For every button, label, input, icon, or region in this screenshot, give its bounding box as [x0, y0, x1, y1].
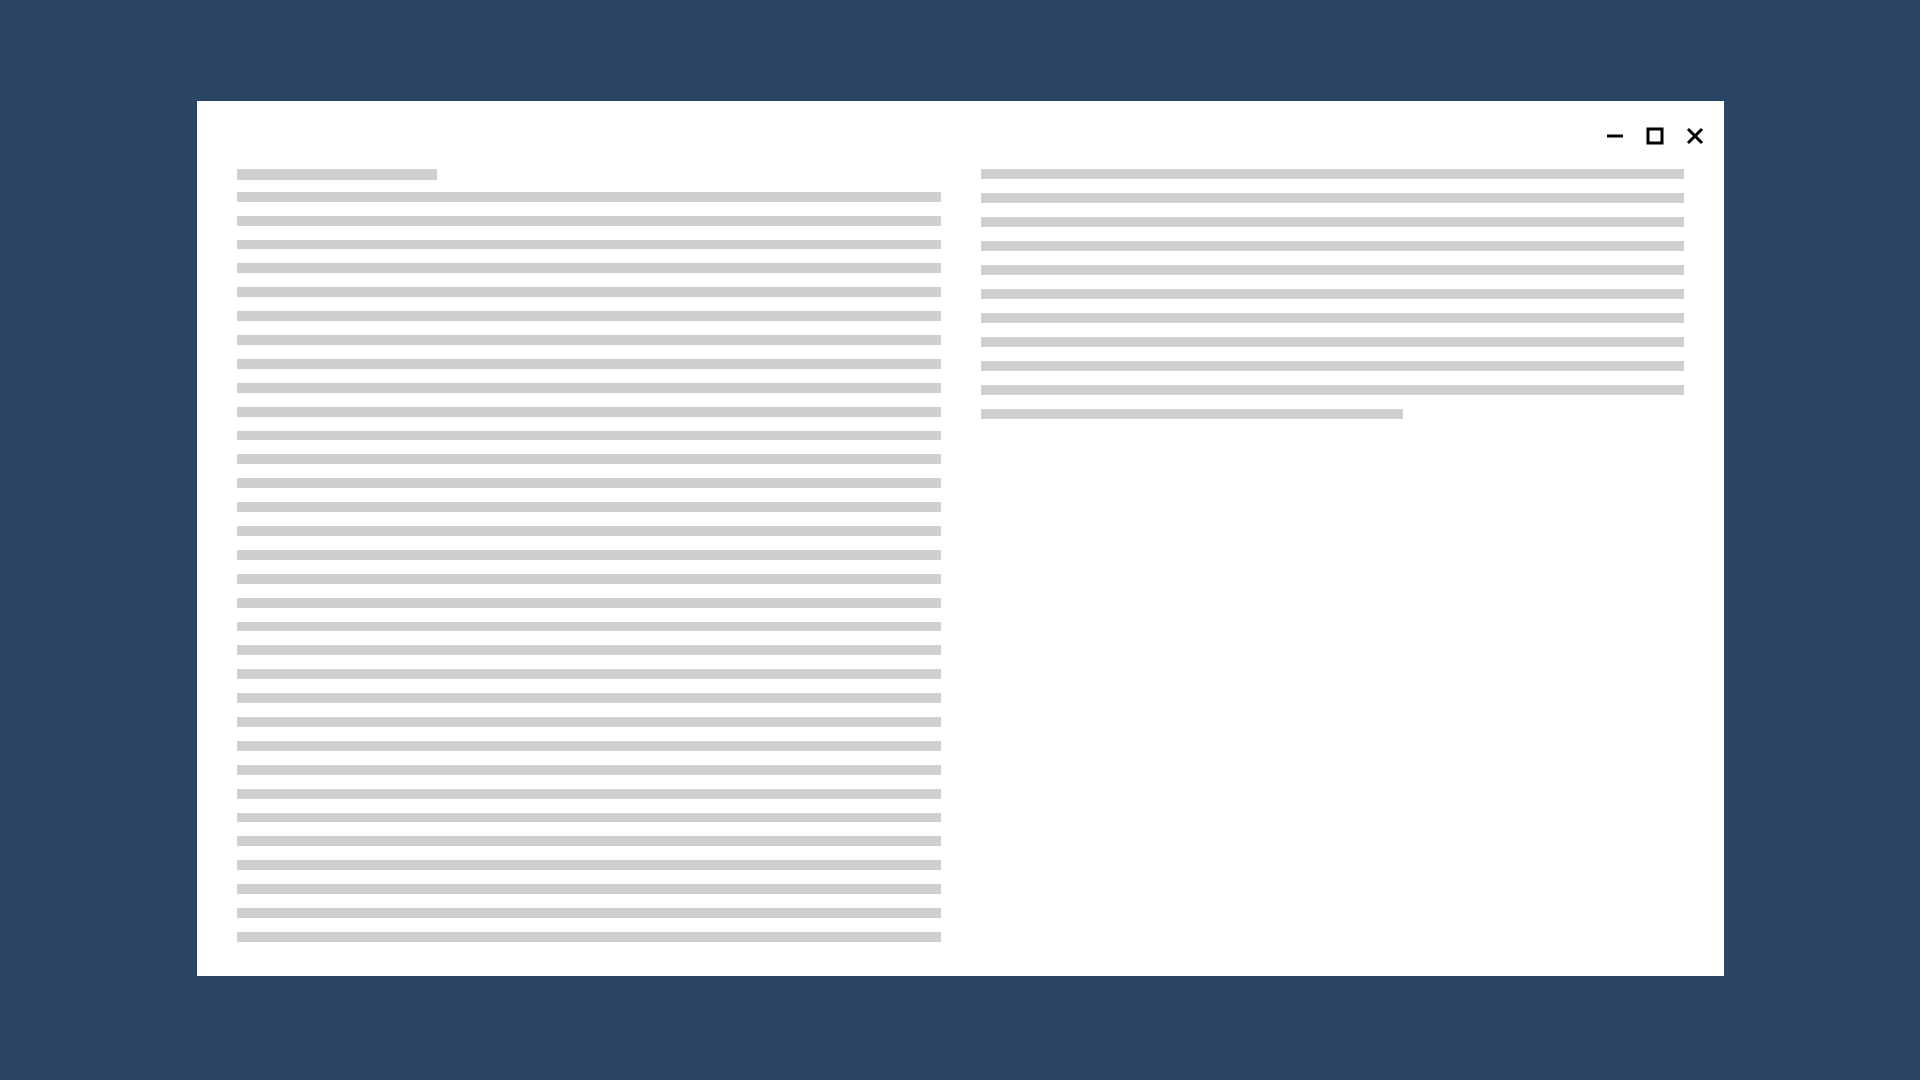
text-line-placeholder — [237, 311, 941, 321]
text-line-placeholder — [237, 884, 941, 894]
text-line-placeholder — [237, 383, 941, 393]
text-line-placeholder — [237, 669, 941, 679]
text-line-placeholder — [981, 169, 1685, 179]
text-line-placeholder — [981, 313, 1685, 323]
text-line-placeholder — [237, 813, 941, 823]
maximize-icon — [1646, 127, 1664, 145]
text-line-placeholder — [237, 216, 941, 226]
text-line-placeholder — [237, 478, 941, 488]
text-line-placeholder — [981, 409, 1403, 419]
text-line-placeholder — [237, 789, 941, 799]
text-line-placeholder — [981, 193, 1685, 203]
text-line-placeholder — [981, 265, 1685, 275]
text-line-placeholder — [981, 289, 1685, 299]
text-line-placeholder — [237, 263, 941, 273]
text-line-placeholder — [237, 502, 941, 512]
text-line-placeholder — [237, 287, 941, 297]
text-line-placeholder — [237, 192, 941, 202]
text-line-placeholder — [237, 741, 941, 751]
text-line-placeholder — [237, 335, 941, 345]
text-line-placeholder — [237, 359, 941, 369]
minimize-icon — [1606, 127, 1624, 145]
right-column — [981, 169, 1685, 956]
left-column — [237, 169, 941, 956]
text-line-placeholder — [237, 717, 941, 727]
document-content — [237, 169, 1684, 956]
text-line-placeholder — [237, 693, 941, 703]
text-line-placeholder — [237, 526, 941, 536]
text-line-placeholder — [237, 431, 941, 441]
text-line-placeholder — [237, 860, 941, 870]
text-line-placeholder — [237, 645, 941, 655]
text-line-placeholder — [237, 407, 941, 417]
text-line-placeholder — [237, 622, 941, 632]
text-line-placeholder — [237, 550, 941, 560]
text-line-placeholder — [237, 836, 941, 846]
text-line-placeholder — [981, 217, 1685, 227]
close-icon — [1686, 127, 1704, 145]
text-line-placeholder — [237, 908, 941, 918]
text-line-placeholder — [237, 598, 941, 608]
text-line-placeholder — [237, 574, 941, 584]
maximize-button[interactable] — [1644, 125, 1666, 147]
text-line-placeholder — [981, 241, 1685, 251]
close-button[interactable] — [1684, 125, 1706, 147]
text-line-placeholder — [981, 385, 1685, 395]
application-window — [197, 101, 1724, 976]
text-line-placeholder — [237, 240, 941, 250]
document-title-placeholder — [237, 169, 437, 180]
text-line-placeholder — [981, 361, 1685, 371]
minimize-button[interactable] — [1604, 125, 1626, 147]
text-line-placeholder — [237, 765, 941, 775]
text-line-placeholder — [981, 337, 1685, 347]
window-controls — [1604, 125, 1706, 147]
text-line-placeholder — [237, 932, 941, 942]
text-line-placeholder — [237, 454, 941, 464]
